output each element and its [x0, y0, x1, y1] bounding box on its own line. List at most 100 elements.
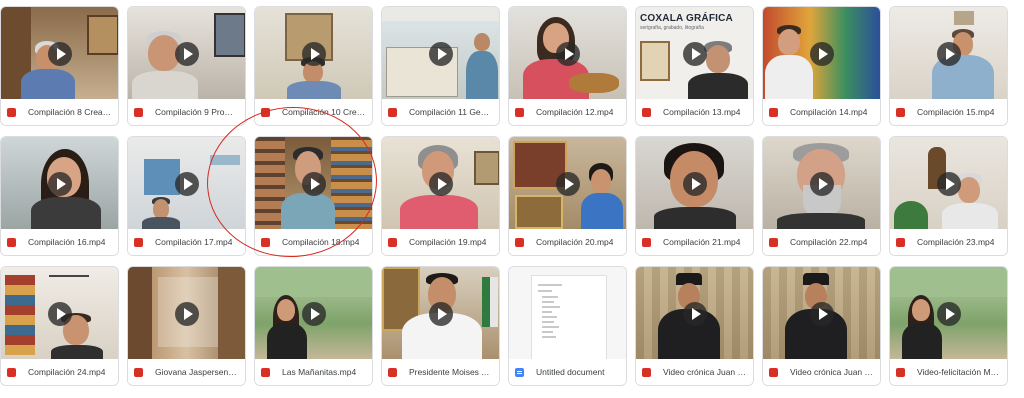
file-card[interactable]: Untitled document: [508, 266, 627, 386]
file-card[interactable]: Compilación 16.mp4: [0, 136, 119, 256]
file-name: Compilación 16.mp4: [28, 237, 106, 247]
play-icon[interactable]: [682, 172, 707, 196]
file-card[interactable]: Compilación 12.mp4: [508, 6, 627, 126]
play-icon[interactable]: [301, 42, 326, 66]
file-card[interactable]: Compilación 15.mp4: [889, 6, 1008, 126]
play-icon[interactable]: [301, 302, 326, 326]
play-icon[interactable]: [936, 302, 961, 326]
file-name: Video-felicitación Mañ...: [917, 367, 1001, 377]
file-card[interactable]: Video-felicitación Mañ...: [889, 266, 1008, 386]
play-icon[interactable]: [936, 172, 961, 196]
video-file-icon: [7, 107, 16, 117]
play-icon[interactable]: [47, 42, 72, 66]
video-file-icon: [388, 107, 397, 117]
file-card[interactable]: Compilación 10 Creado...: [254, 6, 373, 126]
file-name: Compilación 12.mp4: [536, 107, 614, 117]
file-card[interactable]: Giovana Jaspersen.mp4: [127, 266, 246, 386]
video-file-icon: [134, 107, 143, 117]
file-name: Compilación 19.mp4: [409, 237, 487, 247]
video-file-icon: [642, 237, 651, 247]
play-icon[interactable]: [936, 42, 961, 66]
brand-logo-text: COXALA GRÁFICA: [640, 13, 733, 24]
video-file-icon: [7, 367, 16, 377]
file-name: Presidente Moises Ana...: [409, 367, 493, 377]
play-icon[interactable]: [301, 172, 326, 196]
file-card[interactable]: Compilación 9 Promoto...: [127, 6, 246, 126]
play-icon[interactable]: [47, 172, 72, 196]
video-file-icon: [515, 237, 524, 247]
play-icon[interactable]: [428, 302, 453, 326]
file-name: Compilación 21.mp4: [663, 237, 741, 247]
file-card[interactable]: Compilación 23.mp4: [889, 136, 1008, 256]
file-card[interactable]: COXALA GRÁFICA serigrafía, grabado, lito…: [635, 6, 754, 126]
file-card[interactable]: Compilación 20.mp4: [508, 136, 627, 256]
video-file-icon: [642, 107, 651, 117]
file-name: Untitled document: [536, 367, 605, 377]
video-file-icon: [261, 237, 270, 247]
file-name: Video crónica Juan Die...: [663, 367, 747, 377]
play-icon[interactable]: [682, 42, 707, 66]
video-file-icon: [769, 367, 778, 377]
play-icon[interactable]: [174, 302, 199, 326]
play-icon[interactable]: [174, 42, 199, 66]
video-file-icon: [896, 367, 905, 377]
video-file-icon: [7, 237, 16, 247]
file-card[interactable]: Compilación 14.mp4: [762, 6, 881, 126]
file-name: Video crónica Juan Die...: [790, 367, 874, 377]
file-card[interactable]: Video crónica Juan Die...: [762, 266, 881, 386]
play-icon[interactable]: [682, 302, 707, 326]
play-icon[interactable]: [47, 302, 72, 326]
file-name: Giovana Jaspersen.mp4: [155, 367, 239, 377]
file-card[interactable]: Compilación 24.mp4: [0, 266, 119, 386]
file-card[interactable]: Compilación 19.mp4: [381, 136, 500, 256]
file-name: Compilación 10 Creado...: [282, 107, 366, 117]
play-icon[interactable]: [428, 42, 453, 66]
file-card[interactable]: Compilación 11 Gente ...: [381, 6, 500, 126]
doc-thumbnail: [509, 267, 626, 361]
play-icon[interactable]: [809, 42, 834, 66]
file-card[interactable]: Compilación 21.mp4: [635, 136, 754, 256]
video-file-icon: [896, 107, 905, 117]
video-file-icon: [769, 237, 778, 247]
file-card[interactable]: Compilación 17.mp4: [127, 136, 246, 256]
file-name: Compilación 11 Gente ...: [409, 107, 493, 117]
play-icon[interactable]: [555, 42, 580, 66]
play-icon[interactable]: [809, 172, 834, 196]
play-icon[interactable]: [174, 172, 199, 196]
document-preview: [531, 275, 607, 361]
file-card[interactable]: Video crónica Juan Die...: [635, 266, 754, 386]
file-name: Las Mañanitas.mp4: [282, 367, 357, 377]
file-name: Compilación 18.mp4: [282, 237, 360, 247]
video-file-icon: [134, 367, 143, 377]
file-name: Compilación 8 Creador...: [28, 107, 112, 117]
file-name: Compilación 14.mp4: [790, 107, 868, 117]
video-file-icon: [134, 237, 143, 247]
video-file-icon: [261, 107, 270, 117]
file-name: Compilación 9 Promoto...: [155, 107, 239, 117]
file-name: Compilación 24.mp4: [28, 367, 106, 377]
play-icon[interactable]: [555, 172, 580, 196]
video-file-icon: [642, 367, 651, 377]
play-icon[interactable]: [428, 172, 453, 196]
file-card[interactable]: Presidente Moises Ana...: [381, 266, 500, 386]
video-file-icon: [388, 237, 397, 247]
file-card[interactable]: Las Mañanitas.mp4: [254, 266, 373, 386]
video-file-icon: [261, 367, 270, 377]
file-name: Compilación 20.mp4: [536, 237, 614, 247]
video-file-icon: [515, 107, 524, 117]
file-name: Compilación 22.mp4: [790, 237, 868, 247]
file-name: Compilación 17.mp4: [155, 237, 233, 247]
file-card[interactable]: Compilación 8 Creador...: [0, 6, 119, 126]
file-name: Compilación 23.mp4: [917, 237, 995, 247]
file-card[interactable]: Compilación 18.mp4: [254, 136, 373, 256]
video-file-icon: [769, 107, 778, 117]
file-card[interactable]: Compilación 22.mp4: [762, 136, 881, 256]
brand-tagline: serigrafía, grabado, litografía: [640, 25, 704, 31]
video-file-icon: [896, 237, 905, 247]
play-icon[interactable]: [809, 302, 834, 326]
file-name: Compilación 13.mp4: [663, 107, 741, 117]
video-file-icon: [388, 367, 397, 377]
google-doc-icon: [515, 367, 524, 377]
file-name: Compilación 15.mp4: [917, 107, 995, 117]
file-grid: Compilación 8 Creador... Compilación 9 P…: [0, 6, 1008, 386]
